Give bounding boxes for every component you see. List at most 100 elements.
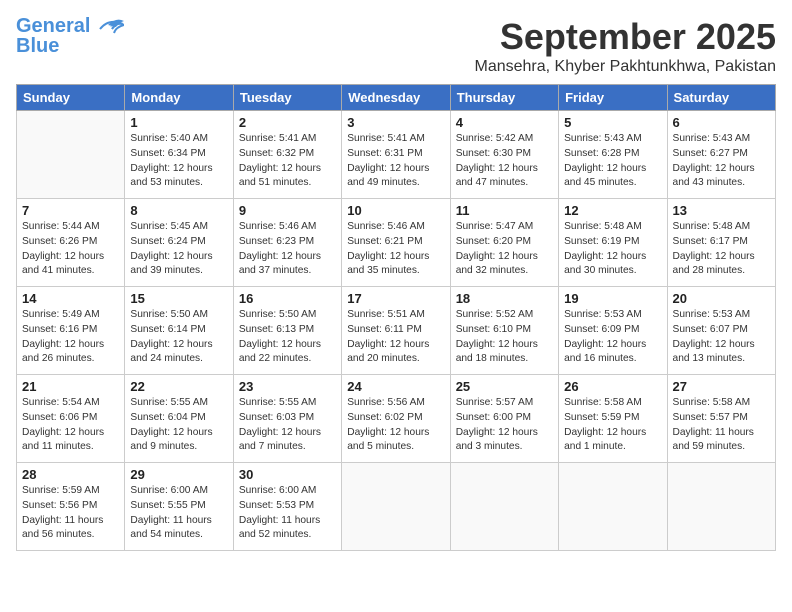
week-row-2: 14Sunrise: 5:49 AMSunset: 6:16 PMDayligh… <box>17 287 776 375</box>
calendar-cell: 20Sunrise: 5:53 AMSunset: 6:07 PMDayligh… <box>667 287 775 375</box>
calendar-cell: 26 Sunrise: 5:58 AMSunset: 5:59 PMDayligh… <box>559 375 667 463</box>
logo-text: GeneralBlue <box>16 16 90 56</box>
day-info: Sunrise: 5:58 AMSunset: 5:59 PMDaylight:… <box>564 396 661 455</box>
title-area: September 2025 Mansehra, Khyber Pakhtunk… <box>475 16 777 76</box>
calendar-cell: 11 Sunrise: 5:47 AMSunset: 6:20 PMDayligh… <box>450 199 558 287</box>
weekday-header-friday: Friday <box>559 85 667 111</box>
day-number: 6 <box>673 115 770 130</box>
day-info: Sunrise: 5:41 AMSunset: 6:32 PMDaylight:… <box>239 132 336 191</box>
day-info: Sunrise: 5:47 AMSunset: 6:20 PMDaylight:… <box>456 220 553 279</box>
day-number: 11 <box>456 203 553 218</box>
calendar-cell <box>17 111 125 199</box>
day-info: Sunrise: 5:50 AMSunset: 6:13 PMDaylight:… <box>239 308 336 367</box>
calendar-cell: 23Sunrise: 5:55 AMSunset: 6:03 PMDayligh… <box>233 375 341 463</box>
weekday-header-wednesday: Wednesday <box>342 85 450 111</box>
day-number: 17 <box>347 291 444 306</box>
calendar-cell: 24Sunrise: 5:56 AMSunset: 6:02 PMDayligh… <box>342 375 450 463</box>
calendar-cell: 3 Sunrise: 5:41 AMSunset: 6:31 PMDaylight… <box>342 111 450 199</box>
day-info: Sunrise: 5:53 AMSunset: 6:09 PMDaylight:… <box>564 308 661 367</box>
calendar-cell: 17 Sunrise: 5:51 AMSunset: 6:11 PMDayligh… <box>342 287 450 375</box>
calendar-cell: 2 Sunrise: 5:41 AMSunset: 6:32 PMDaylight… <box>233 111 341 199</box>
calendar-cell: 5 Sunrise: 5:43 AMSunset: 6:28 PMDaylight… <box>559 111 667 199</box>
day-info: Sunrise: 5:48 AMSunset: 6:19 PMDaylight:… <box>564 220 661 279</box>
calendar-cell: 12 Sunrise: 5:48 AMSunset: 6:19 PMDayligh… <box>559 199 667 287</box>
day-info: Sunrise: 5:50 AMSunset: 6:14 PMDaylight:… <box>130 308 227 367</box>
day-number: 28 <box>22 467 119 482</box>
day-info: Sunrise: 5:43 AMSunset: 6:27 PMDaylight:… <box>673 132 770 191</box>
day-number: 27 <box>673 379 770 394</box>
day-info: Sunrise: 6:00 AMSunset: 5:55 PMDaylight:… <box>130 484 227 543</box>
month-title: September 2025 <box>475 16 777 58</box>
day-info: Sunrise: 5:52 AMSunset: 6:10 PMDaylight:… <box>456 308 553 367</box>
day-info: Sunrise: 5:45 AMSunset: 6:24 PMDaylight:… <box>130 220 227 279</box>
day-number: 16 <box>239 291 336 306</box>
day-number: 23 <box>239 379 336 394</box>
calendar-cell: 30Sunrise: 6:00 AMSunset: 5:53 PMDayligh… <box>233 463 341 551</box>
calendar: SundayMondayTuesdayWednesdayThursdayFrid… <box>16 84 776 551</box>
calendar-cell: 21 Sunrise: 5:54 AMSunset: 6:06 PMDayligh… <box>17 375 125 463</box>
calendar-cell: 15 Sunrise: 5:50 AMSunset: 6:14 PMDayligh… <box>125 287 233 375</box>
day-info: Sunrise: 5:57 AMSunset: 6:00 PMDaylight:… <box>456 396 553 455</box>
day-number: 1 <box>130 115 227 130</box>
day-info: Sunrise: 5:53 AMSunset: 6:07 PMDaylight:… <box>673 308 770 367</box>
day-number: 9 <box>239 203 336 218</box>
day-info: Sunrise: 6:00 AMSunset: 5:53 PMDaylight:… <box>239 484 336 543</box>
week-row-1: 7 Sunrise: 5:44 AMSunset: 6:26 PMDaylight… <box>17 199 776 287</box>
logo-bird-icon <box>92 15 124 43</box>
day-number: 7 <box>22 203 119 218</box>
day-number: 3 <box>347 115 444 130</box>
day-info: Sunrise: 5:51 AMSunset: 6:11 PMDaylight:… <box>347 308 444 367</box>
day-number: 25 <box>456 379 553 394</box>
calendar-cell: 29 Sunrise: 6:00 AMSunset: 5:55 PMDayligh… <box>125 463 233 551</box>
day-number: 21 <box>22 379 119 394</box>
calendar-cell <box>342 463 450 551</box>
calendar-cell: 28 Sunrise: 5:59 AMSunset: 5:56 PMDayligh… <box>17 463 125 551</box>
weekday-header-saturday: Saturday <box>667 85 775 111</box>
calendar-cell: 9 Sunrise: 5:46 AMSunset: 6:23 PMDaylight… <box>233 199 341 287</box>
day-number: 22 <box>130 379 227 394</box>
header: GeneralBlue September 2025 Mansehra, Khy… <box>16 16 776 76</box>
week-row-3: 21 Sunrise: 5:54 AMSunset: 6:06 PMDayligh… <box>17 375 776 463</box>
day-number: 19 <box>564 291 661 306</box>
day-number: 26 <box>564 379 661 394</box>
day-info: Sunrise: 5:44 AMSunset: 6:26 PMDaylight:… <box>22 220 119 279</box>
calendar-cell: 27 Sunrise: 5:58 AMSunset: 5:57 PMDayligh… <box>667 375 775 463</box>
day-info: Sunrise: 5:55 AMSunset: 6:04 PMDaylight:… <box>130 396 227 455</box>
week-row-0: 1Sunrise: 5:40 AMSunset: 6:34 PMDaylight… <box>17 111 776 199</box>
calendar-cell <box>559 463 667 551</box>
day-number: 2 <box>239 115 336 130</box>
calendar-cell: 7 Sunrise: 5:44 AMSunset: 6:26 PMDaylight… <box>17 199 125 287</box>
calendar-cell: 25 Sunrise: 5:57 AMSunset: 6:00 PMDayligh… <box>450 375 558 463</box>
day-number: 12 <box>564 203 661 218</box>
day-number: 5 <box>564 115 661 130</box>
calendar-cell: 4Sunrise: 5:42 AMSunset: 6:30 PMDaylight… <box>450 111 558 199</box>
day-number: 15 <box>130 291 227 306</box>
day-number: 8 <box>130 203 227 218</box>
day-number: 4 <box>456 115 553 130</box>
day-info: Sunrise: 5:46 AMSunset: 6:23 PMDaylight:… <box>239 220 336 279</box>
calendar-cell: 16 Sunrise: 5:50 AMSunset: 6:13 PMDayligh… <box>233 287 341 375</box>
day-number: 10 <box>347 203 444 218</box>
weekday-header-thursday: Thursday <box>450 85 558 111</box>
calendar-cell: 19 Sunrise: 5:53 AMSunset: 6:09 PMDayligh… <box>559 287 667 375</box>
calendar-cell: 10 Sunrise: 5:46 AMSunset: 6:21 PMDayligh… <box>342 199 450 287</box>
day-info: Sunrise: 5:46 AMSunset: 6:21 PMDaylight:… <box>347 220 444 279</box>
day-number: 29 <box>130 467 227 482</box>
calendar-cell <box>450 463 558 551</box>
day-info: Sunrise: 5:43 AMSunset: 6:28 PMDaylight:… <box>564 132 661 191</box>
calendar-cell <box>667 463 775 551</box>
day-info: Sunrise: 5:41 AMSunset: 6:31 PMDaylight:… <box>347 132 444 191</box>
day-number: 18 <box>456 291 553 306</box>
calendar-cell: 22 Sunrise: 5:55 AMSunset: 6:04 PMDayligh… <box>125 375 233 463</box>
day-info: Sunrise: 5:59 AMSunset: 5:56 PMDaylight:… <box>22 484 119 543</box>
weekday-header-monday: Monday <box>125 85 233 111</box>
day-number: 14 <box>22 291 119 306</box>
weekday-header-sunday: Sunday <box>17 85 125 111</box>
calendar-cell: 18 Sunrise: 5:52 AMSunset: 6:10 PMDayligh… <box>450 287 558 375</box>
location: Mansehra, Khyber Pakhtunkhwa, Pakistan <box>475 58 777 76</box>
calendar-cell: 14Sunrise: 5:49 AMSunset: 6:16 PMDayligh… <box>17 287 125 375</box>
day-info: Sunrise: 5:54 AMSunset: 6:06 PMDaylight:… <box>22 396 119 455</box>
week-row-4: 28 Sunrise: 5:59 AMSunset: 5:56 PMDayligh… <box>17 463 776 551</box>
day-info: Sunrise: 5:58 AMSunset: 5:57 PMDaylight:… <box>673 396 770 455</box>
calendar-cell: 6 Sunrise: 5:43 AMSunset: 6:27 PMDaylight… <box>667 111 775 199</box>
